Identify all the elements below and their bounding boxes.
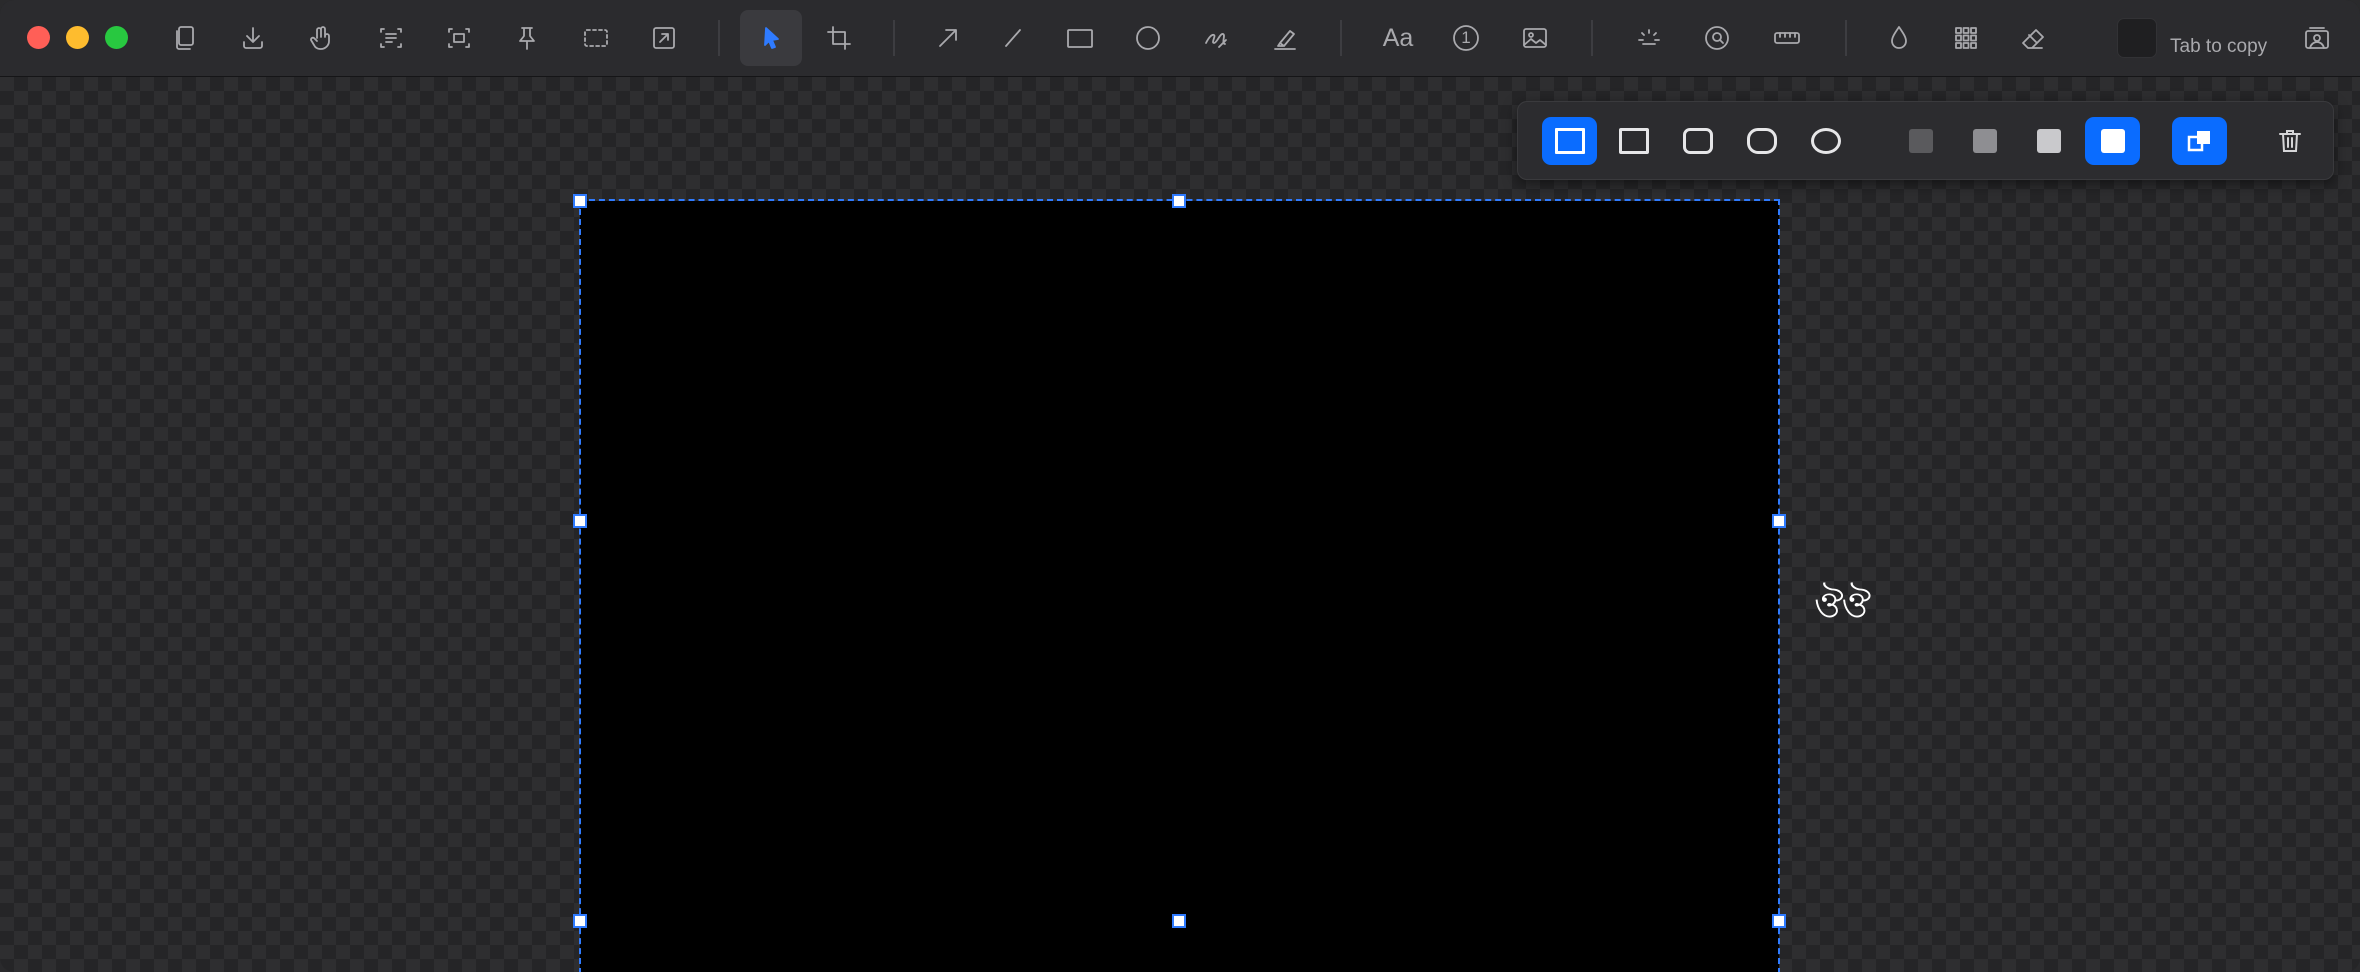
tab-to-copy-hint: Tab to copy	[2170, 36, 2268, 57]
resize-handle-left[interactable]	[573, 514, 587, 528]
current-color-swatch[interactable]	[2117, 18, 2157, 58]
fill-light-button[interactable]	[2021, 117, 2076, 165]
toolbar-separator	[718, 20, 720, 56]
spotlight-icon[interactable]	[1618, 10, 1680, 66]
resize-handle-top-left[interactable]	[573, 194, 587, 208]
pixelate-grid-icon[interactable]	[1935, 10, 1997, 66]
line-tool-icon[interactable]	[982, 10, 1044, 66]
counter-tool[interactable]: 1	[1435, 10, 1497, 66]
fill-medium-icon	[1972, 129, 1997, 153]
hand-drag-icon[interactable]	[290, 10, 352, 66]
highlighter-tool-icon[interactable]	[1254, 10, 1316, 66]
resize-handle-right[interactable]	[1772, 514, 1786, 528]
crop-icon[interactable]	[808, 10, 870, 66]
trash-icon	[2278, 130, 2301, 152]
square-corner-icon	[1554, 128, 1585, 154]
resize-icon[interactable]	[633, 10, 695, 66]
overlap-button[interactable]	[2172, 117, 2227, 165]
corner-circle-button[interactable]	[1798, 117, 1853, 165]
toolbar-separator	[1591, 20, 1593, 56]
image-glyph: ঔঔ	[1814, 585, 1871, 626]
resize-handle-bottom[interactable]	[1172, 914, 1186, 928]
canvas[interactable]: ঔঔ	[0, 77, 2360, 972]
text-recognition-icon[interactable]	[360, 10, 422, 66]
eraser-icon[interactable]	[2002, 10, 2064, 66]
toolbar: Aa 1 Tab to copy	[0, 0, 2360, 77]
close-window-button[interactable]	[27, 26, 50, 49]
corner-pill-button[interactable]	[1734, 117, 1789, 165]
ellipse-shape-icon	[1810, 128, 1841, 154]
select-arrow-icon[interactable]	[740, 10, 802, 66]
blur-drop-icon[interactable]	[1868, 10, 1930, 66]
corner-rounded-button[interactable]	[1670, 117, 1725, 165]
pill-shape-icon	[1746, 128, 1777, 154]
fill-medium-button[interactable]	[1957, 117, 2012, 165]
ellipse-tool-icon[interactable]	[1117, 10, 1179, 66]
ocr-region-icon[interactable]	[428, 10, 490, 66]
fill-light-icon	[2036, 129, 2061, 153]
image-tool-icon[interactable]	[1504, 10, 1566, 66]
pin-icon[interactable]	[496, 10, 558, 66]
ruler-icon[interactable]	[1756, 10, 1818, 66]
toolbar-separator	[1340, 20, 1342, 56]
captured-image[interactable]: ঔঔ	[580, 201, 1871, 972]
fill-dark-icon	[1908, 129, 1933, 153]
resize-handle-top[interactable]	[1172, 194, 1186, 208]
overlap-icon	[2187, 131, 2210, 152]
download-icon[interactable]	[222, 10, 284, 66]
magnifier-icon[interactable]	[1686, 10, 1748, 66]
fill-white-button[interactable]	[2085, 117, 2140, 165]
rectangle-tool-icon[interactable]	[1049, 10, 1111, 66]
resize-handle-bottom-left[interactable]	[573, 914, 587, 928]
square-outline-icon	[1618, 128, 1649, 154]
background-image-icon[interactable]	[2286, 10, 2348, 66]
capture-area-icon[interactable]	[565, 10, 627, 66]
arrow-tool-icon[interactable]	[917, 10, 979, 66]
delete-button[interactable]	[2262, 117, 2317, 165]
corner-square-button[interactable]	[1542, 117, 1597, 165]
minimize-window-button[interactable]	[66, 26, 89, 49]
toolbar-separator	[1845, 20, 1847, 56]
toolbar-separator	[893, 20, 895, 56]
fill-white-icon	[2100, 129, 2125, 153]
zoom-window-button[interactable]	[105, 26, 128, 49]
text-tool[interactable]: Aa	[1367, 10, 1429, 66]
app-window: Aa 1 Tab to copy ঔঔ	[0, 0, 2360, 972]
pen-tool-icon[interactable]	[1185, 10, 1247, 66]
fill-dark-button[interactable]	[1893, 117, 1948, 165]
rounded-rect-icon	[1682, 128, 1713, 154]
text-tool-label: Aa	[1382, 23, 1414, 52]
resize-handle-bottom-right[interactable]	[1772, 914, 1786, 928]
shape-options-bar	[1517, 101, 2334, 180]
copy-file-icon[interactable]	[154, 10, 216, 66]
corner-square-outline-button[interactable]	[1606, 117, 1661, 165]
